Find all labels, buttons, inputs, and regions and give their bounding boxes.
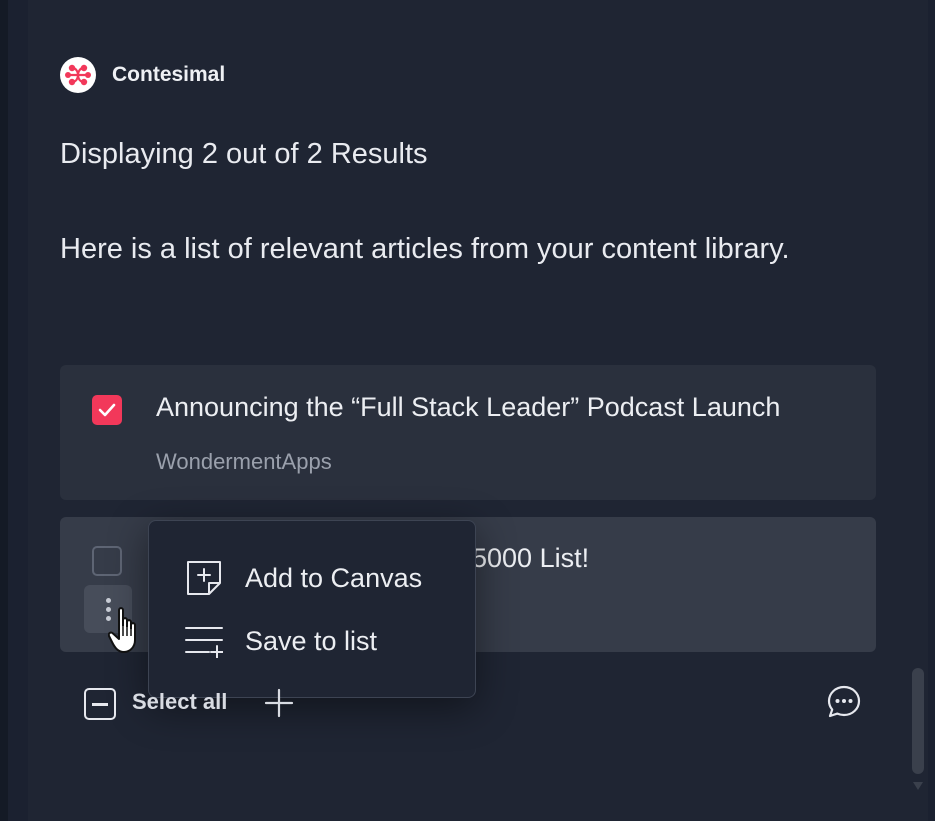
hand-cursor-icon [108,607,136,653]
article-checkbox[interactable] [92,546,122,576]
intro-message: Here is a list of relevant articles from… [60,233,790,265]
menu-item-label: Save to list [245,625,378,656]
left-rail [0,0,8,821]
chat-bubble-icon[interactable] [826,684,862,720]
contesimal-logo-icon [60,57,96,93]
select-all-checkbox[interactable] [84,688,116,720]
check-icon [98,403,116,417]
article-checkbox[interactable] [92,395,122,425]
article-card[interactable]: Announcing the “Full Stack Leader” Podca… [60,365,876,500]
plus-icon[interactable] [262,686,296,720]
context-menu: Add to Canvas Save to list [148,520,476,698]
scroll-down-icon[interactable] [911,780,925,792]
menu-item-label: Add to Canvas [245,562,423,593]
add-note-icon [187,561,221,595]
select-all-label[interactable]: Select all [132,689,227,715]
menu-item-add-to-canvas[interactable]: Add to Canvas [185,559,422,597]
scrollbar-thumb[interactable] [912,668,924,774]
selection-footer: Select all [84,684,864,724]
results-count: Displaying 2 out of 2 Results [60,138,428,170]
article-title[interactable]: Announcing the “Full Stack Leader” Podca… [156,392,780,423]
minus-icon [92,702,108,706]
brand-name: Contesimal [112,63,226,86]
article-title[interactable]: 5000 List! [472,543,589,574]
article-source: WondermentApps [156,449,332,474]
menu-item-save-to-list[interactable]: Save to list [185,624,377,658]
playlist-add-icon [185,627,223,658]
more-dot [105,597,111,603]
assistant-header: Contesimal [60,57,225,93]
